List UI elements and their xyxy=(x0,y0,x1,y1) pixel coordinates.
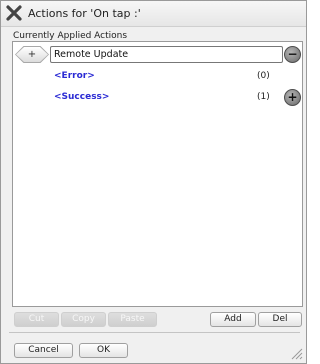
paste-button[interactable]: Paste xyxy=(108,312,157,327)
branch-error-count: (0) xyxy=(257,71,270,81)
add-success-action-button[interactable]: + xyxy=(284,89,301,106)
title-bar: Actions for 'On tap :' xyxy=(1,1,306,27)
branch-error-label[interactable]: <Error> xyxy=(54,71,95,81)
del-button[interactable]: Del xyxy=(258,312,302,327)
add-button[interactable]: Add xyxy=(210,312,256,327)
cut-button[interactable]: Cut xyxy=(14,312,59,327)
action-name-field[interactable]: Remote Update xyxy=(50,46,283,63)
branch-success-label[interactable]: <Success> xyxy=(54,92,109,102)
actions-dialog: Actions for 'On tap :' Currently Applied… xyxy=(0,0,307,364)
resize-grip-icon[interactable] xyxy=(289,346,303,360)
section-label: Currently Applied Actions xyxy=(13,31,128,41)
branch-success-count: (1) xyxy=(257,92,270,102)
remove-action-button[interactable]: − xyxy=(284,46,301,63)
applied-actions-tree[interactable]: + Remote Update − <Error> (0) <Success> … xyxy=(12,41,303,307)
window-title: Actions for 'On tap :' xyxy=(28,7,141,20)
footer-divider xyxy=(9,332,300,333)
ok-button[interactable]: OK xyxy=(79,343,128,358)
copy-button[interactable]: Copy xyxy=(61,312,106,327)
close-x-icon[interactable] xyxy=(6,5,22,21)
cancel-button[interactable]: Cancel xyxy=(14,343,73,358)
